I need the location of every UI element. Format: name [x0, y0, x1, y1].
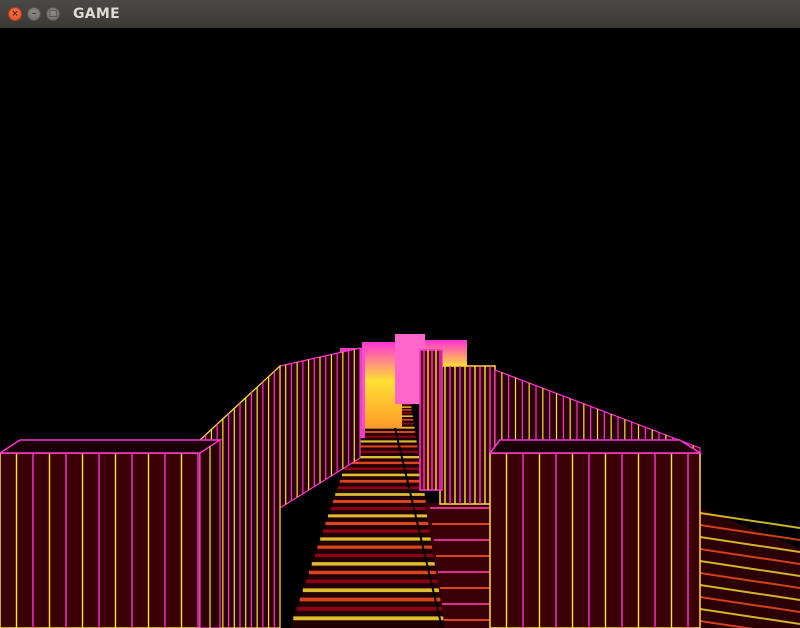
near-left-side [199, 438, 221, 628]
game-scene [0, 334, 800, 628]
maximize-icon[interactable]: □ [46, 7, 60, 21]
window-title: GAME [73, 6, 121, 22]
close-icon[interactable]: × [8, 7, 22, 21]
near-left-block-face [0, 452, 201, 628]
near-right-block-face [489, 452, 701, 628]
right-mid-block-face [439, 365, 496, 505]
near-left-block [0, 452, 201, 628]
near-right-top [488, 439, 703, 454]
near-right-block [489, 452, 701, 628]
minimize-icon[interactable]: – [27, 7, 41, 21]
game-viewport[interactable] [0, 28, 800, 628]
window-titlebar: × – □ GAME [0, 0, 800, 29]
near-left-top [0, 439, 223, 454]
right-inner-block [419, 349, 443, 491]
right-mid-block [439, 365, 496, 505]
